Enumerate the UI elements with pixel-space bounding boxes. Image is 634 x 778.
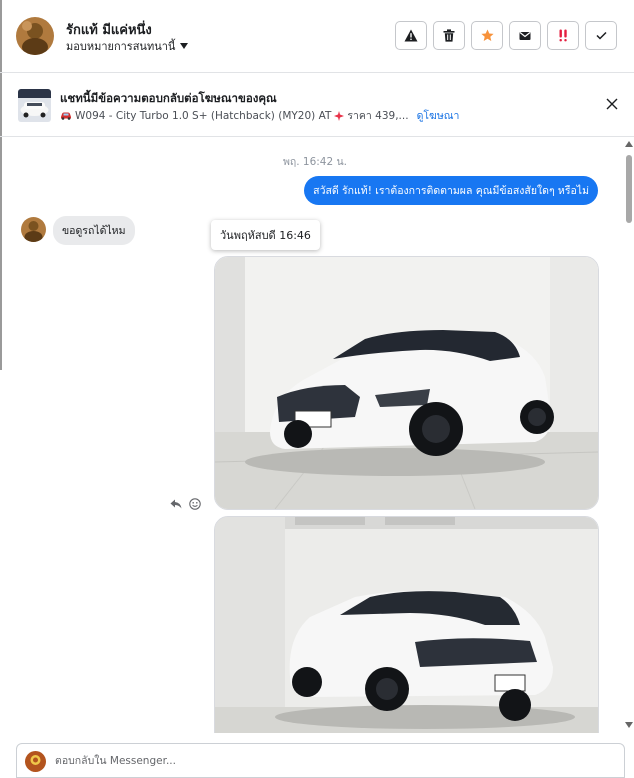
ad-vehicle-name: W094 - City Turbo 1.0 S+ (Hatchback) (MY…	[75, 109, 332, 122]
checkmark-icon	[595, 31, 607, 40]
reply-input[interactable]	[55, 752, 605, 770]
contact-avatar[interactable]	[16, 17, 54, 55]
car-icon	[61, 112, 71, 120]
assign-conversation-dropdown[interactable]: มอบหมายการสนทนานี้	[66, 37, 189, 55]
warning-icon	[404, 29, 418, 42]
mark-spam-button[interactable]	[547, 21, 579, 50]
view-ad-link[interactable]: ดูโฆษณา	[417, 107, 460, 124]
message-timestamp: พฤ. 16:42 น.	[282, 156, 348, 168]
delete-button[interactable]	[433, 21, 465, 50]
close-icon	[606, 98, 618, 110]
reply-icon[interactable]	[170, 499, 182, 509]
message-time-tooltip: วันพฤหัสบดี 16:46	[211, 220, 320, 250]
outgoing-message-bubble[interactable]: สวัสดี รักแท้! เราต้องการติดตามผล คุณมีข…	[304, 176, 598, 205]
scroll-down-arrow-icon[interactable]	[625, 722, 633, 728]
header-actions	[395, 21, 617, 50]
star-icon	[480, 29, 494, 41]
ad-reply-banner: แชทนี้มีข้อความตอบกลับต่อโฆษณาของคุณ W09…	[0, 73, 634, 137]
sender-avatar	[21, 217, 46, 242]
envelope-icon	[519, 31, 531, 40]
report-button[interactable]	[395, 21, 427, 50]
sparkle-icon	[334, 110, 345, 121]
mark-done-button[interactable]	[585, 21, 617, 50]
ad-thumbnail[interactable]	[18, 89, 51, 122]
attached-photo[interactable]	[214, 256, 599, 510]
mark-unread-button[interactable]	[509, 21, 541, 50]
star-button[interactable]	[471, 21, 503, 50]
trash-icon	[443, 29, 455, 42]
react-smiley-icon[interactable]	[189, 498, 201, 510]
page-avatar	[25, 751, 46, 772]
exclamation-icon	[559, 29, 567, 42]
conversation-header: รักแท้ มีแค่หนึ่ง มอบหมายการสนทนานี้	[0, 0, 634, 73]
ad-banner-title: แชทนี้มีข้อความตอบกลับต่อโฆษณาของคุณ	[60, 91, 277, 105]
close-banner-button[interactable]	[604, 96, 620, 112]
assign-label: มอบหมายการสนทนานี้	[66, 40, 176, 53]
message-thread[interactable]: พฤ. 16:42 น. สวัสดี รักแท้! เราต้องการติ…	[0, 137, 634, 733]
attached-photo[interactable]	[214, 516, 599, 733]
reply-composer	[16, 743, 625, 778]
incoming-message-bubble[interactable]: ขอดูรถได้ไหม	[53, 216, 135, 245]
scrollbar-thumb[interactable]	[626, 155, 632, 223]
scroll-up-arrow-icon[interactable]	[625, 141, 633, 147]
caret-down-icon	[180, 43, 189, 49]
ad-price: ราคา 439,...	[347, 110, 409, 122]
ad-summary-line: W094 - City Turbo 1.0 S+ (Hatchback) (MY…	[60, 107, 459, 124]
